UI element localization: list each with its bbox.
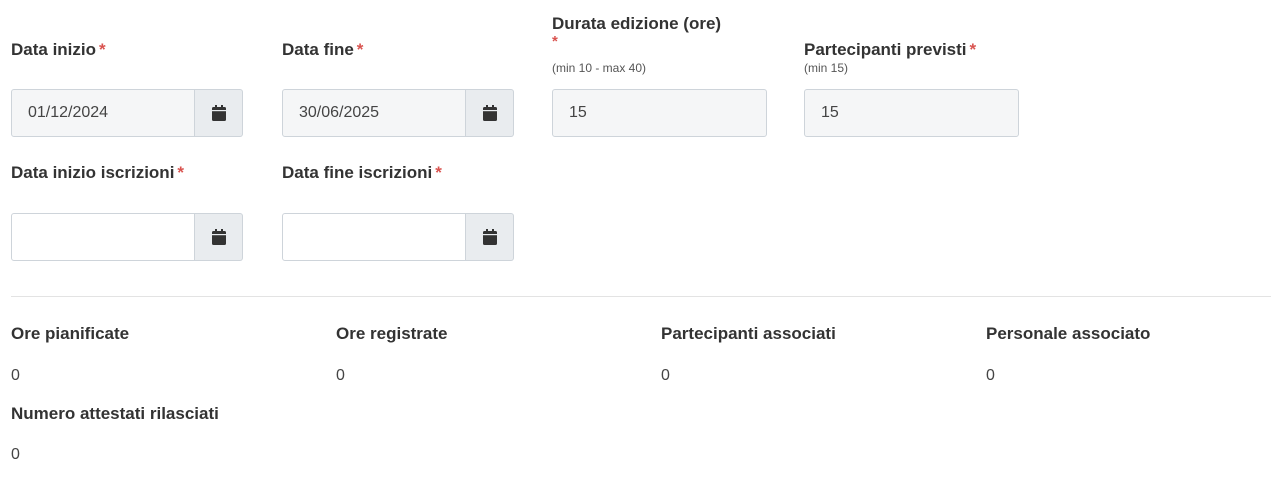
- partecipanti-hint: (min 15): [804, 61, 849, 75]
- durata-label: Durata edizione (ore): [552, 14, 722, 33]
- ore-pianificate-value: 0: [11, 367, 20, 384]
- data-inizio-label: Data inizio *: [11, 40, 106, 59]
- calendar-icon: [482, 105, 497, 121]
- data-fine-iscrizioni-calendar-button[interactable]: [466, 213, 514, 261]
- data-fine-iscrizioni-input[interactable]: [282, 213, 466, 261]
- required-marker: *: [99, 40, 106, 59]
- calendar-icon: [211, 105, 226, 121]
- attestati-value: 0: [11, 446, 20, 463]
- personale-associato-value: 0: [986, 367, 995, 384]
- data-fine-iscrizioni-group: [282, 213, 514, 261]
- durata-input[interactable]: 15: [552, 89, 767, 137]
- durata-required-marker: *: [552, 33, 558, 50]
- required-marker: *: [177, 163, 185, 182]
- section-divider: [11, 296, 1271, 297]
- data-inizio-iscrizioni-calendar-button[interactable]: [195, 213, 243, 261]
- required-marker: *: [969, 40, 977, 59]
- personale-associato-label: Personale associato: [986, 324, 1151, 343]
- required-marker: *: [435, 163, 442, 182]
- data-fine-group: 30/06/2025: [282, 89, 514, 137]
- attestati-label: Numero attestati rilasciati: [11, 404, 219, 423]
- data-fine-input[interactable]: 30/06/2025: [282, 89, 466, 137]
- partecipanti-associati-value: 0: [661, 367, 670, 384]
- data-inizio-iscrizioni-input[interactable]: [11, 213, 195, 261]
- data-fine-iscrizioni-label: Data fine iscrizioni *: [282, 163, 442, 182]
- data-fine-label: Data fine *: [282, 40, 364, 59]
- required-marker: *: [356, 40, 364, 59]
- partecipanti-label: Partecipanti previsti *: [804, 40, 977, 59]
- data-inizio-input[interactable]: 01/12/2024: [11, 89, 195, 137]
- durata-hint: (min 10 - max 40): [552, 61, 647, 75]
- calendar-icon: [482, 229, 497, 245]
- ore-registrate-label: Ore registrate: [336, 324, 448, 343]
- data-inizio-group: 01/12/2024: [11, 89, 243, 137]
- ore-registrate-value: 0: [336, 367, 345, 384]
- data-fine-calendar-button[interactable]: [466, 89, 514, 137]
- data-inizio-calendar-button[interactable]: [195, 89, 243, 137]
- calendar-icon: [211, 229, 226, 245]
- partecipanti-associati-label: Partecipanti associati: [661, 324, 836, 343]
- data-inizio-iscrizioni-label: Data inizio iscrizioni *: [11, 163, 185, 182]
- ore-pianificate-label: Ore pianificate: [11, 324, 130, 343]
- partecipanti-input[interactable]: 15: [804, 89, 1019, 137]
- data-inizio-iscrizioni-group: [11, 213, 243, 261]
